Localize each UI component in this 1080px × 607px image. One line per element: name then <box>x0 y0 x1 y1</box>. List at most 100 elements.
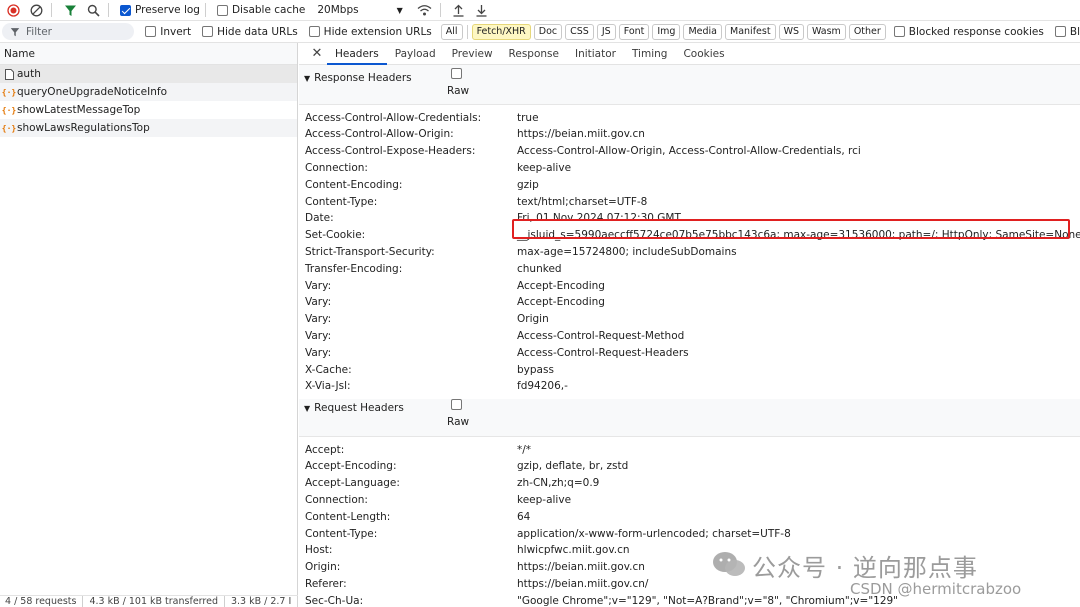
header-row: Vary: Access-Control-Request-Headers <box>305 344 689 361</box>
search-icon[interactable] <box>83 0 103 20</box>
header-name: Vary: <box>305 279 332 292</box>
tab-timing[interactable]: Timing <box>624 43 675 65</box>
header-name: Vary: <box>305 296 332 309</box>
blocked-requests-toggle[interactable]: Bl <box>1054 26 1080 38</box>
close-icon[interactable]: ✕ <box>307 46 327 61</box>
blocked-cookies-toggle[interactable]: Blocked response cookies <box>893 26 1044 38</box>
header-value[interactable]: 64 <box>517 511 530 523</box>
tab-response[interactable]: Response <box>501 43 567 65</box>
clear-icon[interactable] <box>26 0 46 20</box>
header-value[interactable]: https://beian.miit.gov.cn/ <box>517 578 648 590</box>
document-icon <box>3 68 15 80</box>
header-value[interactable]: gzip, deflate, br, zstd <box>517 460 628 472</box>
header-value[interactable]: gzip <box>517 179 539 191</box>
record-stop-icon[interactable] <box>3 0 23 20</box>
hide-data-urls-label: Hide data URLs <box>217 25 298 38</box>
disable-cache-checkbox[interactable] <box>216 4 228 16</box>
chip-manifest[interactable]: Manifest <box>725 23 776 40</box>
header-value[interactable]: Access-Control-Allow-Origin, Access-Cont… <box>517 145 861 157</box>
divider <box>204 3 206 17</box>
header-value[interactable]: hlwicpfwc.miit.gov.cn <box>517 544 630 556</box>
header-value[interactable]: bypass <box>517 364 554 376</box>
header-value[interactable]: Access-Control-Request-Method <box>517 330 684 342</box>
network-conditions-icon[interactable] <box>415 0 435 20</box>
header-value[interactable]: max-age=15724800; includeSubDomains <box>517 246 737 258</box>
header-row: Accept-Encoding: gzip, deflate, br, zstd <box>305 458 628 475</box>
header-value[interactable]: chunked <box>517 263 562 275</box>
invert-checkbox[interactable] <box>145 26 157 37</box>
raw-checkbox[interactable] <box>451 68 462 79</box>
chip-doc[interactable]: Doc <box>533 23 563 40</box>
chip-ws[interactable]: WS <box>778 23 804 40</box>
request-row[interactable]: {·} showLatestMessageTop <box>0 101 297 119</box>
chip-img[interactable]: Img <box>652 23 681 40</box>
header-value[interactable]: Accept-Encoding <box>517 280 605 292</box>
header-value[interactable]: keep-alive <box>517 494 571 506</box>
header-row: X-Via-Jsl: fd94206,- <box>305 378 568 395</box>
invert-toggle[interactable]: Invert <box>145 26 191 38</box>
response-headers-list: Access-Control-Allow-Credentials: true Acc… <box>299 105 1080 399</box>
chip-wasm[interactable]: Wasm <box>807 23 846 40</box>
tab-preview[interactable]: Preview <box>444 43 501 65</box>
header-value[interactable]: application/x-www-form-urlencoded; chars… <box>517 528 791 540</box>
header-value[interactable]: Access-Control-Request-Headers <box>517 347 689 359</box>
request-name: auth <box>17 68 41 80</box>
filter-funnel-icon[interactable] <box>60 0 80 20</box>
hide-data-urls-toggle[interactable]: Hide data URLs <box>202 26 298 38</box>
request-row-auth[interactable]: auth <box>0 65 297 83</box>
export-har-icon[interactable] <box>472 0 492 20</box>
header-row: Content-Encoding: gzip <box>305 176 539 193</box>
hide-data-urls-checkbox[interactable] <box>202 26 214 37</box>
chip-other[interactable]: Other <box>848 23 886 40</box>
header-value[interactable]: Origin <box>517 313 549 325</box>
header-row: Access-Control-Allow-Origin: https://beia… <box>305 126 645 143</box>
invert-label: Invert <box>160 25 192 38</box>
header-name: X-Cache: <box>305 363 352 376</box>
raw-checkbox[interactable] <box>451 399 462 410</box>
request-headers-title[interactable]: ▼ Request Headers <box>304 402 404 414</box>
import-har-icon[interactable] <box>449 0 469 20</box>
blocked-requests-checkbox[interactable] <box>1054 26 1066 37</box>
header-value[interactable]: https://beian.miit.gov.cn <box>517 561 645 573</box>
disable-cache-toggle[interactable]: Disable cache <box>216 4 305 16</box>
filter-placeholder: Filter <box>26 25 53 38</box>
chip-js[interactable]: JS <box>596 23 616 40</box>
chip-media[interactable]: Media <box>683 23 723 40</box>
header-name: Host: <box>305 544 333 557</box>
preserve-log-toggle[interactable]: Preserve log <box>120 4 200 16</box>
hide-extension-urls-toggle[interactable]: Hide extension URLs <box>308 26 432 38</box>
header-name: Accept-Encoding: <box>305 460 397 473</box>
header-value[interactable]: Accept-Encoding <box>517 296 605 308</box>
header-value[interactable]: true <box>517 112 539 124</box>
header-value[interactable]: */* <box>517 444 531 456</box>
header-value[interactable]: https://beian.miit.gov.cn <box>517 128 645 140</box>
chip-css[interactable]: CSS <box>565 23 594 40</box>
header-name: Access-Control-Expose-Headers: <box>305 145 476 158</box>
response-headers-title[interactable]: ▼ Response Headers <box>304 72 412 84</box>
request-row[interactable]: {·} queryOneUpgradeNoticeInfo <box>0 83 297 101</box>
header-value[interactable]: text/html;charset=UTF-8 <box>517 196 647 208</box>
tab-headers[interactable]: Headers <box>327 43 387 65</box>
chip-font[interactable]: Font <box>618 23 650 40</box>
blocked-cookies-checkbox[interactable] <box>893 26 905 37</box>
preserve-log-checkbox[interactable] <box>120 4 131 16</box>
header-row: Strict-Transport-Security: max-age=157248… <box>305 243 737 260</box>
name-column-header[interactable]: Name <box>0 43 297 65</box>
request-row[interactable]: {·} showLawsRegulationsTop <box>0 119 297 137</box>
tab-initiator[interactable]: Initiator <box>567 43 624 65</box>
header-value[interactable]: zh-CN,zh;q=0.9 <box>517 477 599 489</box>
header-value[interactable]: fd94206,- <box>517 380 568 392</box>
header-name: Origin: <box>305 561 341 574</box>
request-headers-section-header[interactable]: ▼ Request Headers Raw <box>299 399 1080 437</box>
filter-input[interactable]: Filter <box>2 23 135 40</box>
header-row: Content-Type: text/html;charset=UTF-8 <box>305 193 647 210</box>
request-name: queryOneUpgradeNoticeInfo <box>17 86 167 98</box>
throttling-select[interactable]: 20Mbps ▼ <box>317 4 402 16</box>
chip-all[interactable]: All <box>440 23 463 40</box>
header-value[interactable]: keep-alive <box>517 162 571 174</box>
response-headers-section-header[interactable]: ▼ Response Headers Raw <box>299 65 1080 105</box>
tab-cookies[interactable]: Cookies <box>675 43 732 65</box>
hide-extension-urls-checkbox[interactable] <box>308 26 320 37</box>
tab-payload[interactable]: Payload <box>387 43 444 65</box>
chip-fetch-xhr[interactable]: Fetch/XHR <box>471 23 531 40</box>
